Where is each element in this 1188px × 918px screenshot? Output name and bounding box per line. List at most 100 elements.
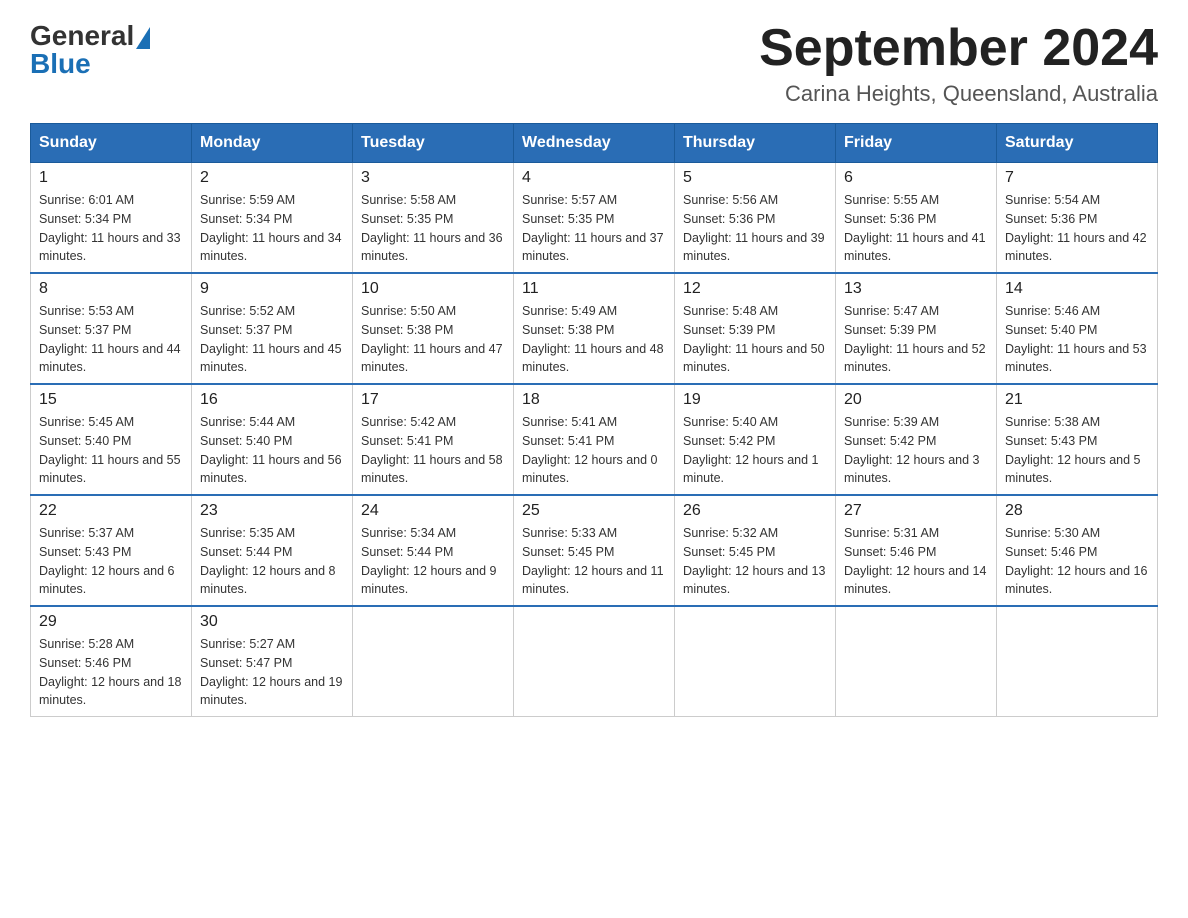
- day-number: 14: [1005, 280, 1149, 298]
- calendar-cell: 22 Sunrise: 5:37 AMSunset: 5:43 PMDaylig…: [31, 495, 192, 606]
- day-info: Sunrise: 5:40 AMSunset: 5:42 PMDaylight:…: [683, 413, 827, 488]
- day-info: Sunrise: 5:42 AMSunset: 5:41 PMDaylight:…: [361, 413, 505, 488]
- day-info: Sunrise: 5:52 AMSunset: 5:37 PMDaylight:…: [200, 302, 344, 377]
- day-number: 10: [361, 280, 505, 298]
- calendar-cell: 21 Sunrise: 5:38 AMSunset: 5:43 PMDaylig…: [997, 384, 1158, 495]
- day-info: Sunrise: 5:37 AMSunset: 5:43 PMDaylight:…: [39, 524, 183, 599]
- days-header-row: Sunday Monday Tuesday Wednesday Thursday…: [31, 124, 1158, 163]
- day-number: 24: [361, 502, 505, 520]
- calendar-cell: 19 Sunrise: 5:40 AMSunset: 5:42 PMDaylig…: [675, 384, 836, 495]
- calendar-cell: 25 Sunrise: 5:33 AMSunset: 5:45 PMDaylig…: [514, 495, 675, 606]
- calendar-cell: 4 Sunrise: 5:57 AMSunset: 5:35 PMDayligh…: [514, 163, 675, 274]
- day-info: Sunrise: 5:49 AMSunset: 5:38 PMDaylight:…: [522, 302, 666, 377]
- calendar-cell: 27 Sunrise: 5:31 AMSunset: 5:46 PMDaylig…: [836, 495, 997, 606]
- calendar-week-row: 29 Sunrise: 5:28 AMSunset: 5:46 PMDaylig…: [31, 606, 1158, 717]
- calendar-week-row: 8 Sunrise: 5:53 AMSunset: 5:37 PMDayligh…: [31, 273, 1158, 384]
- calendar-cell: 9 Sunrise: 5:52 AMSunset: 5:37 PMDayligh…: [192, 273, 353, 384]
- day-number: 21: [1005, 391, 1149, 409]
- day-number: 25: [522, 502, 666, 520]
- day-info: Sunrise: 5:48 AMSunset: 5:39 PMDaylight:…: [683, 302, 827, 377]
- day-info: Sunrise: 5:47 AMSunset: 5:39 PMDaylight:…: [844, 302, 988, 377]
- calendar-cell: 15 Sunrise: 5:45 AMSunset: 5:40 PMDaylig…: [31, 384, 192, 495]
- calendar-cell: 12 Sunrise: 5:48 AMSunset: 5:39 PMDaylig…: [675, 273, 836, 384]
- calendar-cell: 8 Sunrise: 5:53 AMSunset: 5:37 PMDayligh…: [31, 273, 192, 384]
- calendar-cell: 30 Sunrise: 5:27 AMSunset: 5:47 PMDaylig…: [192, 606, 353, 717]
- calendar-cell: 2 Sunrise: 5:59 AMSunset: 5:34 PMDayligh…: [192, 163, 353, 274]
- calendar-cell: 7 Sunrise: 5:54 AMSunset: 5:36 PMDayligh…: [997, 163, 1158, 274]
- day-number: 11: [522, 280, 666, 298]
- day-number: 15: [39, 391, 183, 409]
- day-number: 13: [844, 280, 988, 298]
- day-number: 7: [1005, 169, 1149, 187]
- day-info: Sunrise: 5:34 AMSunset: 5:44 PMDaylight:…: [361, 524, 505, 599]
- day-info: Sunrise: 5:46 AMSunset: 5:40 PMDaylight:…: [1005, 302, 1149, 377]
- day-info: Sunrise: 5:41 AMSunset: 5:41 PMDaylight:…: [522, 413, 666, 488]
- calendar-cell: 10 Sunrise: 5:50 AMSunset: 5:38 PMDaylig…: [353, 273, 514, 384]
- day-info: Sunrise: 5:57 AMSunset: 5:35 PMDaylight:…: [522, 191, 666, 266]
- day-number: 4: [522, 169, 666, 187]
- day-info: Sunrise: 5:55 AMSunset: 5:36 PMDaylight:…: [844, 191, 988, 266]
- calendar-table: Sunday Monday Tuesday Wednesday Thursday…: [30, 123, 1158, 717]
- day-number: 3: [361, 169, 505, 187]
- calendar-cell: 24 Sunrise: 5:34 AMSunset: 5:44 PMDaylig…: [353, 495, 514, 606]
- calendar-title: September 2024: [759, 20, 1158, 77]
- day-info: Sunrise: 5:31 AMSunset: 5:46 PMDaylight:…: [844, 524, 988, 599]
- day-info: Sunrise: 6:01 AMSunset: 5:34 PMDaylight:…: [39, 191, 183, 266]
- day-number: 27: [844, 502, 988, 520]
- calendar-cell: 18 Sunrise: 5:41 AMSunset: 5:41 PMDaylig…: [514, 384, 675, 495]
- day-number: 30: [200, 613, 344, 631]
- logo-blue-text: Blue: [30, 48, 91, 80]
- calendar-cell: 28 Sunrise: 5:30 AMSunset: 5:46 PMDaylig…: [997, 495, 1158, 606]
- day-info: Sunrise: 5:32 AMSunset: 5:45 PMDaylight:…: [683, 524, 827, 599]
- day-number: 19: [683, 391, 827, 409]
- calendar-cell: [675, 606, 836, 717]
- header-sunday: Sunday: [31, 124, 192, 163]
- calendar-cell: 26 Sunrise: 5:32 AMSunset: 5:45 PMDaylig…: [675, 495, 836, 606]
- day-number: 9: [200, 280, 344, 298]
- calendar-cell: 1 Sunrise: 6:01 AMSunset: 5:34 PMDayligh…: [31, 163, 192, 274]
- day-info: Sunrise: 5:33 AMSunset: 5:45 PMDaylight:…: [522, 524, 666, 599]
- day-info: Sunrise: 5:54 AMSunset: 5:36 PMDaylight:…: [1005, 191, 1149, 266]
- calendar-week-row: 22 Sunrise: 5:37 AMSunset: 5:43 PMDaylig…: [31, 495, 1158, 606]
- header-tuesday: Tuesday: [353, 124, 514, 163]
- day-number: 22: [39, 502, 183, 520]
- day-number: 12: [683, 280, 827, 298]
- day-number: 6: [844, 169, 988, 187]
- calendar-cell: [514, 606, 675, 717]
- logo-triangle-icon: [136, 27, 150, 49]
- header-wednesday: Wednesday: [514, 124, 675, 163]
- calendar-cell: 16 Sunrise: 5:44 AMSunset: 5:40 PMDaylig…: [192, 384, 353, 495]
- calendar-cell: [353, 606, 514, 717]
- day-info: Sunrise: 5:59 AMSunset: 5:34 PMDaylight:…: [200, 191, 344, 266]
- calendar-cell: 5 Sunrise: 5:56 AMSunset: 5:36 PMDayligh…: [675, 163, 836, 274]
- header-thursday: Thursday: [675, 124, 836, 163]
- day-number: 18: [522, 391, 666, 409]
- day-number: 26: [683, 502, 827, 520]
- header-saturday: Saturday: [997, 124, 1158, 163]
- day-number: 1: [39, 169, 183, 187]
- day-info: Sunrise: 5:28 AMSunset: 5:46 PMDaylight:…: [39, 635, 183, 710]
- day-number: 5: [683, 169, 827, 187]
- day-number: 20: [844, 391, 988, 409]
- day-info: Sunrise: 5:35 AMSunset: 5:44 PMDaylight:…: [200, 524, 344, 599]
- day-number: 17: [361, 391, 505, 409]
- title-area: September 2024 Carina Heights, Queenslan…: [759, 20, 1158, 107]
- calendar-cell: 20 Sunrise: 5:39 AMSunset: 5:42 PMDaylig…: [836, 384, 997, 495]
- day-info: Sunrise: 5:50 AMSunset: 5:38 PMDaylight:…: [361, 302, 505, 377]
- page-header: General Blue September 2024 Carina Heigh…: [30, 20, 1158, 107]
- day-info: Sunrise: 5:45 AMSunset: 5:40 PMDaylight:…: [39, 413, 183, 488]
- calendar-cell: 3 Sunrise: 5:58 AMSunset: 5:35 PMDayligh…: [353, 163, 514, 274]
- day-info: Sunrise: 5:38 AMSunset: 5:43 PMDaylight:…: [1005, 413, 1149, 488]
- day-info: Sunrise: 5:58 AMSunset: 5:35 PMDaylight:…: [361, 191, 505, 266]
- day-info: Sunrise: 5:30 AMSunset: 5:46 PMDaylight:…: [1005, 524, 1149, 599]
- calendar-cell: 17 Sunrise: 5:42 AMSunset: 5:41 PMDaylig…: [353, 384, 514, 495]
- calendar-cell: 14 Sunrise: 5:46 AMSunset: 5:40 PMDaylig…: [997, 273, 1158, 384]
- calendar-cell: 29 Sunrise: 5:28 AMSunset: 5:46 PMDaylig…: [31, 606, 192, 717]
- day-info: Sunrise: 5:56 AMSunset: 5:36 PMDaylight:…: [683, 191, 827, 266]
- day-info: Sunrise: 5:39 AMSunset: 5:42 PMDaylight:…: [844, 413, 988, 488]
- day-number: 8: [39, 280, 183, 298]
- day-info: Sunrise: 5:27 AMSunset: 5:47 PMDaylight:…: [200, 635, 344, 710]
- calendar-cell: 13 Sunrise: 5:47 AMSunset: 5:39 PMDaylig…: [836, 273, 997, 384]
- calendar-week-row: 15 Sunrise: 5:45 AMSunset: 5:40 PMDaylig…: [31, 384, 1158, 495]
- day-info: Sunrise: 5:44 AMSunset: 5:40 PMDaylight:…: [200, 413, 344, 488]
